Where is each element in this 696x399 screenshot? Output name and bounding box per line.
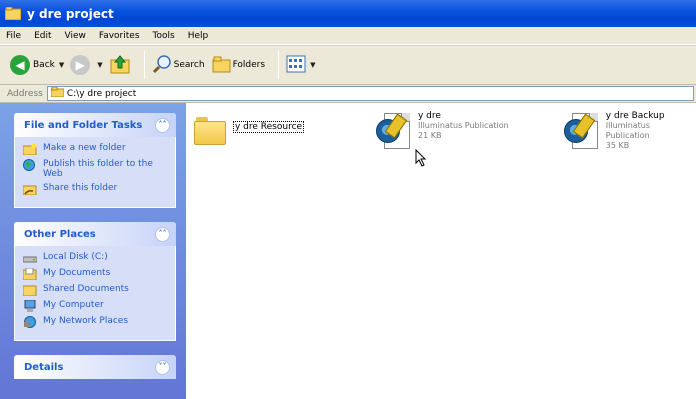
search-icon: [152, 54, 174, 77]
up-folder-icon: [109, 54, 131, 77]
search-button[interactable]: Search: [152, 54, 205, 77]
toolbar-separator: [143, 51, 145, 79]
publication-icon: [564, 111, 600, 153]
folders-button[interactable]: Folders: [211, 54, 266, 77]
file-item-folder[interactable]: y dre Resource: [194, 113, 305, 145]
menu-favorites[interactable]: Favorites: [99, 31, 140, 41]
menu-edit[interactable]: Edit: [34, 31, 51, 41]
my-documents-link[interactable]: My Documents: [22, 267, 169, 281]
share-folder-link[interactable]: Share this folder: [22, 183, 169, 196]
panel-title: Other Places: [24, 228, 96, 240]
toolbar: ◀ Back ▼ ▶ ▼ Search Folders ▼: [0, 45, 696, 85]
views-button[interactable]: ▼: [286, 55, 315, 76]
file-size: 21 KB: [418, 131, 442, 140]
folder-icon: [194, 117, 226, 145]
file-type: Illuminatus Publication: [418, 121, 509, 130]
panel-title: File and Folder Tasks: [24, 119, 143, 131]
file-folder-tasks-panel: File and Folder Tasks ˄˄ Make a new fold…: [14, 113, 176, 208]
forward-button[interactable]: ▶ ▼: [70, 55, 103, 75]
back-arrow-icon: ◀: [10, 55, 30, 75]
back-button[interactable]: ◀ Back ▼: [10, 55, 64, 75]
shared-folder-icon: [22, 284, 37, 297]
toolbar-separator: [278, 51, 280, 79]
collapse-icon[interactable]: ˄˄: [155, 117, 170, 133]
address-field[interactable]: C:\y dre project: [46, 86, 694, 101]
panel-header[interactable]: Other Places ˄˄: [14, 222, 176, 246]
panel-header[interactable]: Details ˅˅: [14, 355, 176, 379]
mouse-cursor-icon: [415, 148, 427, 170]
publication-icon: [376, 111, 412, 153]
collapse-icon[interactable]: ˄˄: [155, 226, 170, 242]
views-dropdown-icon[interactable]: ▼: [310, 61, 315, 69]
my-computer-link[interactable]: My Computer: [23, 299, 169, 312]
panel-body: Local Disk (C:) My Documents Shared Docu…: [14, 246, 176, 341]
folders-label: Folders: [232, 60, 266, 70]
file-size: 35 KB: [605, 141, 630, 150]
details-panel: Details ˅˅: [14, 355, 176, 379]
back-dropdown-icon[interactable]: ▼: [59, 61, 64, 69]
menu-file[interactable]: File: [6, 31, 21, 41]
menu-view[interactable]: View: [65, 31, 86, 41]
title-bar[interactable]: y dre project: [0, 0, 696, 27]
address-bar: Address C:\y dre project: [0, 85, 696, 103]
folders-icon: [211, 54, 233, 77]
file-name: y dre Resource: [232, 121, 305, 133]
folder-icon: [4, 6, 22, 21]
file-item-publication[interactable]: y dre Backup Illuminatus Publication 35 …: [564, 111, 696, 153]
share-folder-icon: [22, 183, 37, 196]
menu-bar: File Edit View Favorites Tools Help: [0, 27, 696, 45]
panel-body: Make a new folder Publish this folder to…: [14, 137, 176, 208]
back-label: Back: [33, 60, 55, 70]
forward-dropdown-icon[interactable]: ▼: [97, 61, 102, 69]
file-list: y dre Resource y dre Illuminatus Publica…: [186, 103, 696, 399]
file-item-publication[interactable]: y dre Illuminatus Publication 21 KB: [376, 111, 509, 153]
forward-arrow-icon: ▶: [70, 55, 91, 75]
drive-icon: [22, 252, 38, 264]
window-title: y dre project: [27, 6, 114, 21]
search-label: Search: [173, 60, 205, 70]
make-new-folder-link[interactable]: Make a new folder: [22, 143, 169, 156]
task-pane: File and Folder Tasks ˄˄ Make a new fold…: [0, 103, 186, 399]
network-icon: [23, 316, 37, 328]
file-name: y dre: [418, 111, 441, 121]
new-folder-icon: [22, 143, 37, 156]
panel-header[interactable]: File and Folder Tasks ˄˄: [14, 113, 176, 137]
up-button[interactable]: [109, 54, 131, 77]
documents-folder-icon: [22, 267, 37, 281]
globe-icon: [23, 159, 37, 171]
computer-icon: [23, 299, 37, 312]
views-icon: [286, 55, 306, 76]
file-name: y dre Backup: [605, 111, 665, 121]
address-path: C:\y dre project: [66, 88, 137, 99]
my-network-places-link[interactable]: My Network Places: [23, 316, 169, 328]
folder-icon: [50, 86, 65, 100]
shared-documents-link[interactable]: Shared Documents: [22, 284, 169, 297]
local-disk-link[interactable]: Local Disk (C:): [22, 252, 169, 264]
file-type: Illuminatus Publication: [605, 121, 651, 140]
address-label: Address: [7, 88, 43, 99]
expand-icon[interactable]: ˅˅: [155, 359, 170, 375]
menu-tools[interactable]: Tools: [153, 31, 175, 41]
panel-title: Details: [24, 361, 64, 373]
other-places-panel: Other Places ˄˄ Local Disk (C:) My Docum…: [14, 222, 176, 341]
publish-to-web-link[interactable]: Publish this folder to the Web: [23, 159, 169, 179]
menu-help[interactable]: Help: [188, 31, 209, 41]
